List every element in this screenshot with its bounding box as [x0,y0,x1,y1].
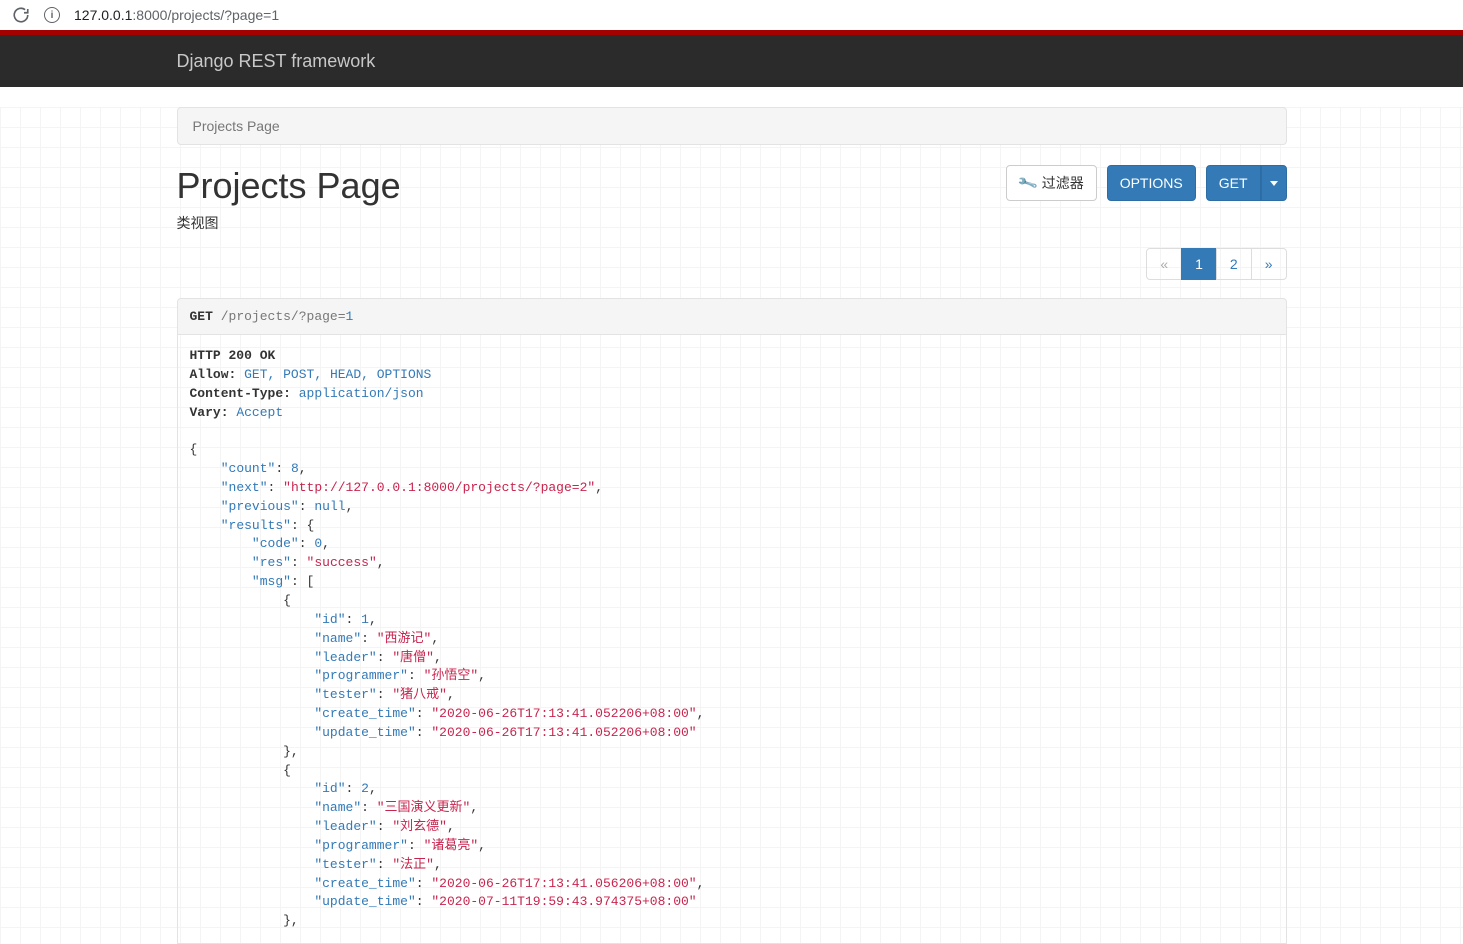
pagination-page-2[interactable]: 2 [1217,249,1251,279]
request-path: /projects/?page= [221,309,346,324]
url-port: :8000 [132,7,167,23]
request-page-value: 1 [346,309,354,324]
url-host: 127.0.0.1 [74,7,132,23]
request-method: GET [190,309,213,324]
get-button[interactable]: GET [1206,165,1261,201]
get-dropdown-button[interactable] [1261,165,1287,201]
caret-down-icon [1270,181,1278,186]
breadcrumb: Projects Page [177,107,1287,145]
pagination-next[interactable]: » [1252,249,1286,279]
page-description: 类视图 [177,213,401,233]
url-text[interactable]: 127.0.0.1:8000/projects/?page=1 [74,7,279,23]
options-button[interactable]: OPTIONS [1107,165,1196,201]
reload-icon[interactable] [12,6,30,24]
url-path: /projects/?page=1 [167,7,279,23]
breadcrumb-item[interactable]: Projects Page [193,118,280,134]
pagination: « 1 2 » [1147,248,1286,280]
navbar-brand[interactable]: Django REST framework [177,51,376,71]
response-body: HTTP 200 OK Allow: GET, POST, HEAD, OPTI… [177,335,1287,944]
site-info-icon[interactable]: i [44,7,60,23]
request-line: GET /projects/?page=1 [177,298,1287,335]
wrench-icon: 🔧 [1016,172,1039,195]
filter-button[interactable]: 🔧 过滤器 [1006,165,1096,201]
browser-address-bar: i 127.0.0.1:8000/projects/?page=1 [0,0,1463,30]
navbar: Django REST framework [0,35,1463,87]
pagination-page-1[interactable]: 1 [1182,249,1216,279]
filter-button-label: 过滤器 [1042,173,1084,193]
pagination-prev[interactable]: « [1147,249,1181,279]
action-buttons: 🔧 过滤器 OPTIONS GET [1006,165,1286,201]
page-title: Projects Page [177,165,401,207]
